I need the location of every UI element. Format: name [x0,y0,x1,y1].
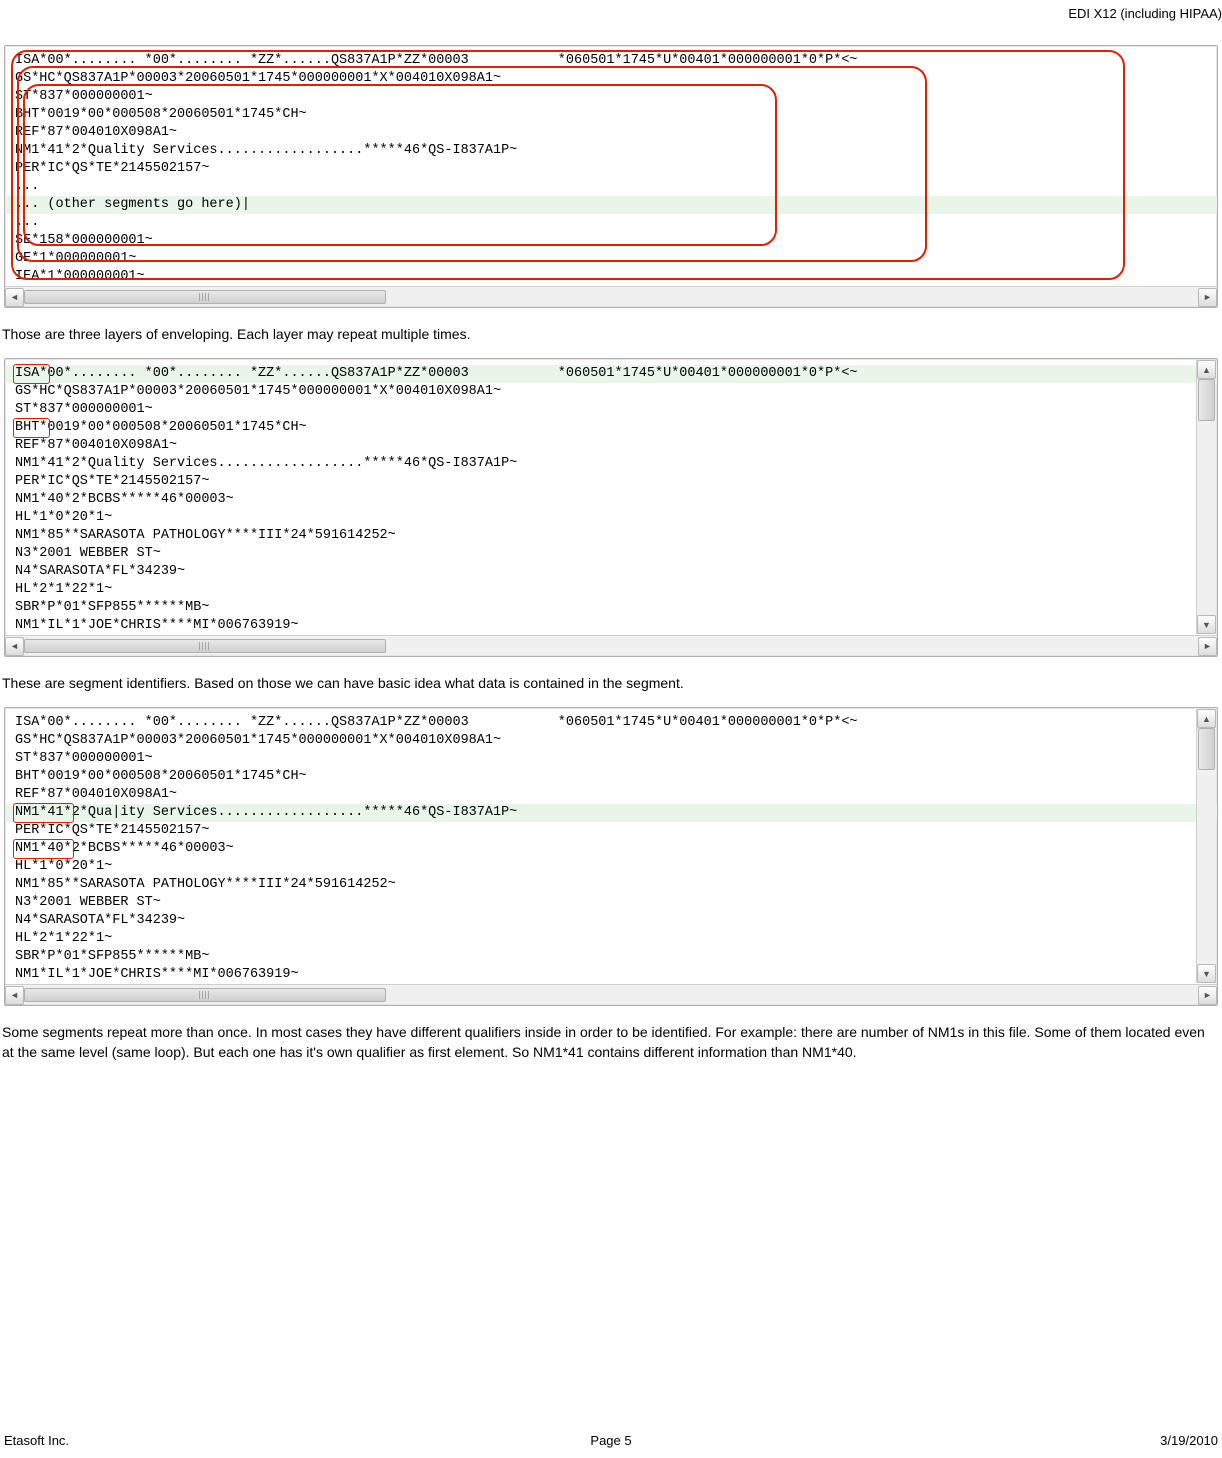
scroll-up-icon[interactable]: ▲ [1197,360,1216,379]
scroll-right-icon[interactable]: ► [1198,288,1217,307]
footer-date: 3/19/2010 [813,1433,1218,1448]
footer-company: Etasoft Inc. [4,1433,409,1448]
code-text-2: ISA*00*........ *00*........ *ZZ*......Q… [5,365,1217,635]
scroll-thumb-v[interactable] [1198,728,1215,770]
footer-page: Page 5 [409,1433,814,1448]
scroll-right-icon[interactable]: ► [1198,637,1217,656]
paragraph-1: Those are three layers of enveloping. Ea… [0,324,1222,344]
scroll-left-icon[interactable]: ◄ [5,986,24,1005]
scroll-thumb[interactable] [24,988,386,1002]
paragraph-2: These are segment identifiers. Based on … [0,673,1222,693]
code-text-3: ISA*00*........ *00*........ *ZZ*......Q… [5,714,1217,984]
scroll-thumb[interactable] [24,290,386,304]
code-box-3: ISA*00*........ *00*........ *ZZ*......Q… [4,707,1218,1006]
h-scrollbar[interactable]: ◄ ► [5,286,1217,307]
paragraph-3: Some segments repeat more than once. In … [0,1022,1222,1062]
scroll-left-icon[interactable]: ◄ [5,288,24,307]
page-header-title: EDI X12 (including HIPAA) [0,0,1222,31]
v-scrollbar[interactable]: ▲ ▼ [1196,709,1216,983]
scroll-right-icon[interactable]: ► [1198,986,1217,1005]
scroll-down-icon[interactable]: ▼ [1197,964,1216,983]
code-box-1: ISA*00*........ *00*........ *ZZ*......Q… [4,45,1218,308]
scroll-up-icon[interactable]: ▲ [1197,709,1216,728]
page-footer: Etasoft Inc. Page 5 3/19/2010 [0,1433,1222,1448]
scroll-thumb[interactable] [24,639,386,653]
code-text-1: ISA*00*........ *00*........ *ZZ*......Q… [5,52,1217,286]
scroll-left-icon[interactable]: ◄ [5,637,24,656]
code-box-2: ISA*00*........ *00*........ *ZZ*......Q… [4,358,1218,657]
scroll-thumb-v[interactable] [1198,379,1215,421]
h-scrollbar[interactable]: ◄ ► [5,635,1217,656]
h-scrollbar[interactable]: ◄ ► [5,984,1217,1005]
scroll-down-icon[interactable]: ▼ [1197,615,1216,634]
v-scrollbar[interactable]: ▲ ▼ [1196,360,1216,634]
